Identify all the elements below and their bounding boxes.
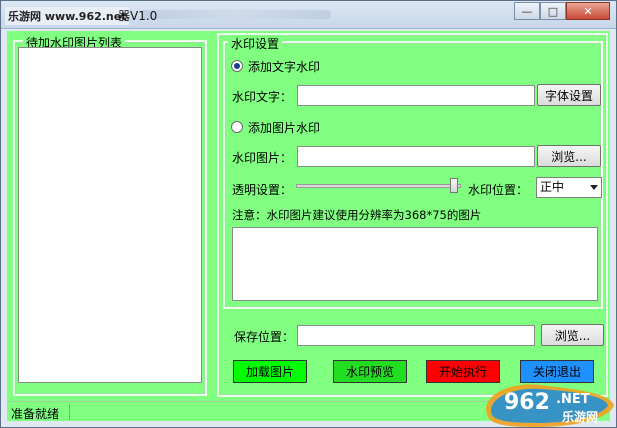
chevron-down-icon <box>590 185 598 190</box>
watermark-settings-title: 水印设置 <box>228 35 283 52</box>
note-textarea[interactable] <box>232 227 598 301</box>
load-images-button[interactable]: 加载图片 <box>233 360 307 383</box>
image-browse-button[interactable]: 浏览... <box>537 145 601 167</box>
preview-watermark-button[interactable]: 水印预览 <box>333 360 407 383</box>
image-watermark-radio[interactable] <box>231 121 243 133</box>
maximize-button[interactable]: □ <box>540 2 566 20</box>
close-button[interactable]: ✕ <box>566 2 610 20</box>
status-text: 准备就绪 <box>11 407 60 421</box>
image-watermark-radio-label: 添加图片水印 <box>248 121 321 135</box>
text-watermark-radio-label: 添加文字水印 <box>248 60 321 74</box>
position-label: 水印位置： <box>468 183 529 197</box>
image-watermark-label: 水印图片： <box>232 151 293 165</box>
save-location-label: 保存位置： <box>234 330 295 344</box>
position-select-value: 正中 <box>540 180 565 194</box>
logo-brand-text: 962 <box>504 390 550 415</box>
watermark-site-text: 乐游网 www.962.net <box>5 7 130 25</box>
save-browse-button[interactable]: 浏览... <box>541 324 604 346</box>
maximize-icon: □ <box>547 4 559 18</box>
window-controls: — □ ✕ <box>514 2 610 20</box>
image-list-box[interactable] <box>18 47 202 383</box>
title-bar[interactable]: 乐游网 www.962.net 器V1.0 — □ ✕ <box>1 1 616 29</box>
close-icon: ✕ <box>583 4 593 18</box>
text-watermark-radio[interactable] <box>231 60 243 72</box>
text-watermark-input[interactable] <box>297 85 535 106</box>
save-location-input[interactable] <box>297 325 535 346</box>
image-watermark-input[interactable] <box>297 146 535 167</box>
minimize-button[interactable]: — <box>514 2 540 20</box>
minimize-icon: — <box>521 4 533 18</box>
logo-caption-text: 乐游网 <box>562 409 598 424</box>
position-select[interactable]: 正中 <box>536 177 602 198</box>
opacity-slider-track[interactable] <box>296 184 461 188</box>
title-blur <box>141 10 331 19</box>
logo-suffix-text: .NET <box>556 392 590 407</box>
site-logo: 962 .NET 乐游网 <box>486 384 614 427</box>
app-window: 乐游网 www.962.net 器V1.0 — □ ✕ 待加水印图片列表 水印设… <box>0 0 617 428</box>
opacity-label: 透明设置： <box>232 183 293 197</box>
note-text: 注意：水印图片建议使用分辨率为368*75的图片 <box>232 208 482 222</box>
status-separator <box>69 404 70 420</box>
opacity-slider-thumb[interactable] <box>449 178 458 193</box>
text-watermark-label: 水印文字： <box>232 90 293 104</box>
window-title: 器V1.0 <box>118 9 158 23</box>
font-settings-button[interactable]: 字体设置 <box>537 84 601 106</box>
